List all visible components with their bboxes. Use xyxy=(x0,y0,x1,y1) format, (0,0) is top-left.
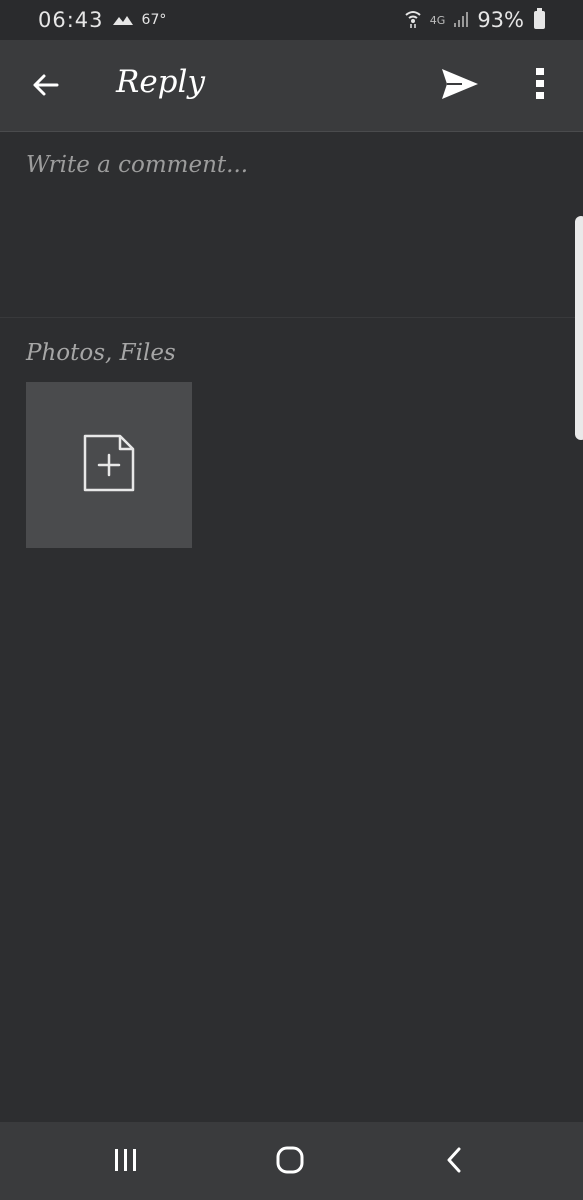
attachments-label: Photos, Files xyxy=(26,340,176,366)
page-title: Reply xyxy=(116,64,205,100)
battery-icon xyxy=(534,8,545,29)
scroll-handle[interactable] xyxy=(575,216,583,440)
status-bar: 06:43 67° 4G 93% xyxy=(0,0,583,40)
home-button[interactable] xyxy=(260,1140,320,1184)
app-bar: Reply xyxy=(0,40,583,132)
back-arrow-icon xyxy=(31,73,59,101)
network-type: 4G xyxy=(429,13,446,27)
add-file-icon xyxy=(82,433,136,497)
weather-icon xyxy=(112,8,134,32)
back-button[interactable] xyxy=(22,64,68,110)
add-file-button[interactable] xyxy=(26,382,192,548)
recents-icon xyxy=(113,1148,139,1176)
navigation-bar xyxy=(0,1122,583,1200)
home-icon xyxy=(275,1146,305,1178)
nav-back-button[interactable] xyxy=(424,1140,484,1184)
status-left: 06:43 67° xyxy=(38,8,166,32)
comment-input[interactable] xyxy=(26,152,546,302)
more-options-button[interactable] xyxy=(520,62,560,110)
status-right: 4G 93% xyxy=(404,8,545,33)
battery-level: 93% xyxy=(477,8,524,32)
status-time: 06:43 xyxy=(38,8,104,32)
more-vert-icon xyxy=(535,67,545,105)
status-temperature: 67° xyxy=(141,12,167,28)
recents-button[interactable] xyxy=(96,1140,156,1184)
signal-icon xyxy=(453,8,469,32)
back-icon xyxy=(445,1147,463,1177)
comment-area xyxy=(0,132,583,318)
send-button[interactable] xyxy=(436,62,484,110)
send-icon xyxy=(440,67,480,105)
wifi-icon xyxy=(404,8,422,33)
